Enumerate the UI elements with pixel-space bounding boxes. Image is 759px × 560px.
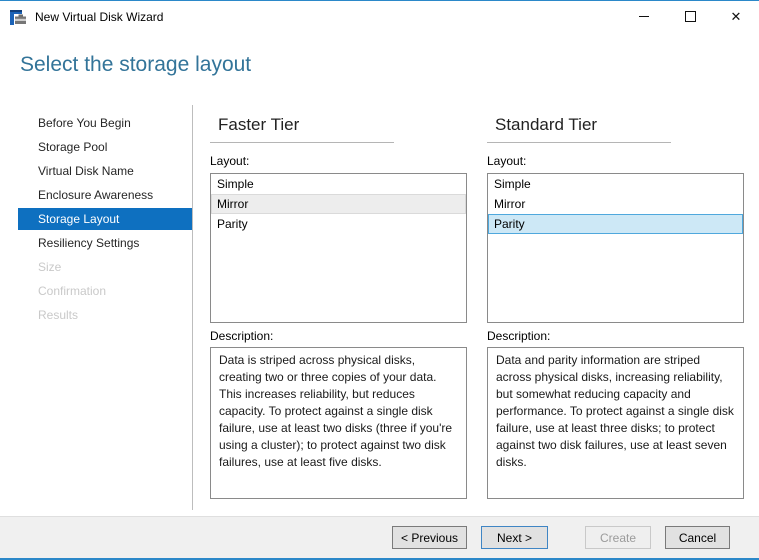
maximize-icon	[684, 11, 696, 22]
standard-tier-rule	[487, 142, 671, 143]
wizard-step-list: Before You Begin Storage Pool Virtual Di…	[0, 112, 192, 328]
cancel-button[interactable]: Cancel	[665, 526, 730, 549]
faster-tier-layout-listbox[interactable]: Simple Mirror Parity	[210, 173, 467, 323]
sidebar-item-storage-layout[interactable]: Storage Layout	[18, 208, 192, 230]
wizard-window: New Virtual Disk Wizard ✕ Select the sto…	[0, 0, 759, 560]
sidebar-item-before-you-begin[interactable]: Before You Begin	[18, 112, 192, 134]
wizard-footer: < Previous Next > Create Cancel	[0, 516, 759, 558]
minimize-icon	[639, 16, 649, 17]
titlebar: New Virtual Disk Wizard ✕	[0, 1, 759, 32]
faster-tier-section: Faster Tier Layout: Simple Mirror Parity…	[210, 101, 467, 499]
faster-layout-label: Layout:	[210, 154, 250, 168]
sidebar-content-divider	[192, 105, 193, 510]
sidebar-item-resiliency-settings[interactable]: Resiliency Settings	[18, 232, 192, 254]
standard-description-label: Description:	[487, 329, 551, 343]
wizard-app-icon	[9, 9, 27, 25]
faster-description-label: Description:	[210, 329, 274, 343]
faster-option-parity[interactable]: Parity	[211, 214, 466, 234]
close-icon: ✕	[730, 9, 742, 24]
close-button[interactable]: ✕	[713, 1, 759, 32]
standard-option-parity[interactable]: Parity	[488, 214, 743, 234]
window-controls: ✕	[621, 1, 759, 32]
create-button: Create	[585, 526, 651, 549]
sidebar-item-results: Results	[38, 308, 79, 322]
sidebar-item-confirmation: Confirmation	[38, 284, 107, 298]
maximize-button[interactable]	[667, 1, 713, 32]
standard-option-simple[interactable]: Simple	[488, 174, 743, 194]
standard-tier-section: Standard Tier Layout: Simple Mirror Pari…	[487, 101, 744, 499]
standard-tier-description: Data and parity information are striped …	[487, 347, 744, 499]
sidebar-item-size: Size	[38, 260, 62, 274]
sidebar-item-storage-pool[interactable]: Storage Pool	[18, 136, 192, 158]
previous-button[interactable]: < Previous	[392, 526, 467, 549]
faster-option-mirror[interactable]: Mirror	[211, 194, 466, 214]
faster-tier-description: Data is striped across physical disks, c…	[210, 347, 467, 499]
sidebar-item-enclosure-awareness[interactable]: Enclosure Awareness	[18, 184, 192, 206]
standard-option-mirror[interactable]: Mirror	[488, 194, 743, 214]
standard-tier-layout-listbox[interactable]: Simple Mirror Parity	[487, 173, 744, 323]
minimize-button[interactable]	[621, 1, 667, 32]
window-title: New Virtual Disk Wizard	[35, 9, 164, 24]
faster-tier-rule	[210, 142, 394, 143]
page-title: Select the storage layout	[20, 53, 252, 76]
faster-tier-title: Faster Tier	[218, 115, 300, 134]
faster-option-simple[interactable]: Simple	[211, 174, 466, 194]
standard-layout-label: Layout:	[487, 154, 527, 168]
next-button[interactable]: Next >	[481, 526, 548, 549]
sidebar-item-virtual-disk-name[interactable]: Virtual Disk Name	[18, 160, 192, 182]
standard-tier-title: Standard Tier	[495, 115, 598, 134]
